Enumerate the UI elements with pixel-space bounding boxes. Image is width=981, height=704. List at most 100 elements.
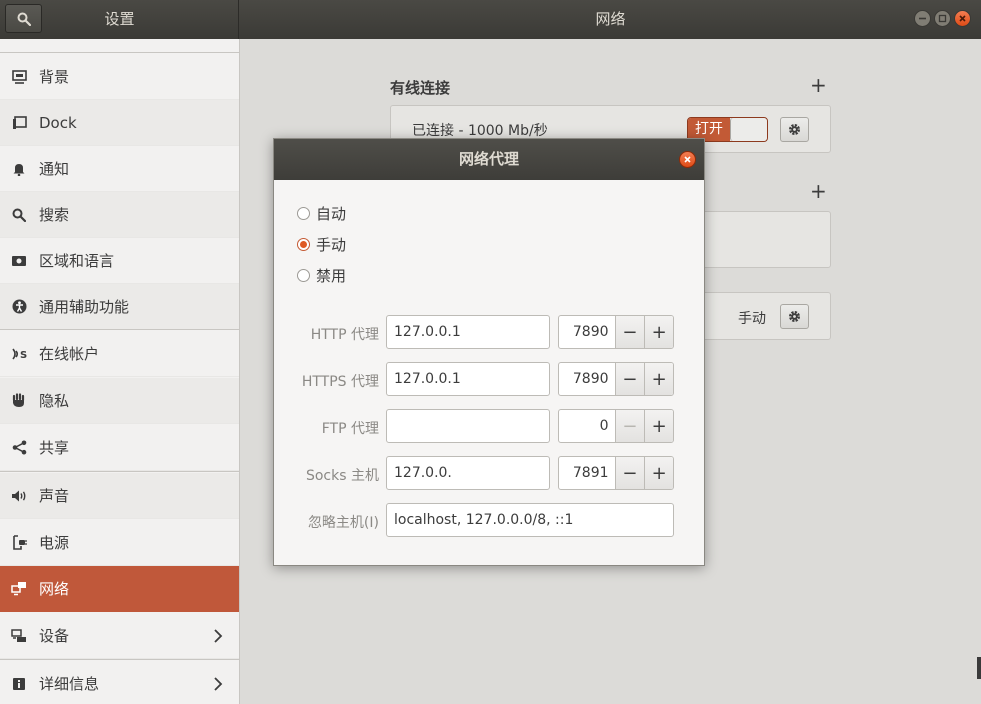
sidebar-item-label: 设备	[39, 627, 70, 645]
network-proxy-dialog: 网络代理 自动 手动 禁用 HTTP 代理 127.0.0.1 7890 − +…	[273, 138, 705, 566]
devices-icon	[11, 628, 27, 644]
header-bar: 设置 网络	[0, 0, 981, 39]
switch-knob	[730, 118, 767, 141]
dialog-header: 网络代理	[274, 139, 704, 180]
svg-text:S: S	[20, 350, 27, 361]
maximize-icon	[938, 14, 947, 23]
hand-icon	[11, 393, 27, 409]
sidebar-separator	[0, 329, 239, 330]
sidebar-item-label: 背景	[39, 68, 70, 86]
sidebar-item-accessibility[interactable]: 通用辅助功能	[0, 284, 239, 330]
search-icon	[17, 12, 31, 26]
decrement-button[interactable]: −	[615, 457, 645, 489]
sidebar: 背景 Dock 通知 搜索 区域和语言 通用辅助功能 S 在线帐户 隐私 共享 …	[0, 39, 240, 704]
proxy-settings-button[interactable]	[780, 304, 809, 329]
radio-label: 禁用	[316, 267, 347, 285]
sidebar-separator	[0, 659, 239, 660]
ignore-hosts-input[interactable]: localhost, 127.0.0.0/8, ::1	[386, 503, 674, 537]
wired-settings-button[interactable]	[780, 117, 809, 142]
sidebar-item-label: 声音	[39, 487, 70, 505]
decrement-button[interactable]: −	[615, 410, 645, 442]
dock-icon	[11, 115, 27, 131]
ftp-proxy-host-input[interactable]	[386, 409, 550, 443]
increment-button[interactable]: +	[644, 457, 673, 489]
increment-button[interactable]: +	[644, 363, 673, 395]
radio-manual[interactable]: 手动	[297, 234, 346, 255]
sidebar-item-label: 网络	[39, 580, 70, 598]
wired-status-text: 已连接 - 1000 Mb/秒	[412, 123, 548, 139]
sidebar-item-label: 详细信息	[39, 675, 100, 693]
sidebar-item-label: 通知	[39, 160, 70, 178]
radio-button[interactable]	[297, 207, 310, 220]
radio-label: 自动	[316, 205, 347, 223]
add-wired-connection-button[interactable]: +	[810, 75, 827, 95]
sidebar-item-label: Dock	[39, 113, 77, 132]
http-proxy-host-input[interactable]: 127.0.0.1	[386, 315, 550, 349]
maximize-button[interactable]	[934, 10, 951, 27]
chevron-right-icon	[214, 629, 223, 643]
flag-icon	[11, 253, 27, 269]
sidebar-item-background[interactable]: 背景	[0, 54, 239, 100]
sidebar-separator	[0, 471, 239, 472]
sidebar-item-label: 隐私	[39, 392, 70, 410]
search-button[interactable]	[5, 4, 42, 33]
share-icon	[11, 440, 27, 456]
sidebar-item-region-language[interactable]: 区域和语言	[0, 238, 239, 284]
radio-button[interactable]	[297, 269, 310, 282]
decrement-button[interactable]: −	[615, 316, 645, 348]
close-button[interactable]	[954, 10, 971, 27]
close-icon	[684, 156, 691, 163]
add-vpn-button[interactable]: +	[810, 181, 827, 201]
page-title: 网络	[595, 10, 626, 28]
bell-icon	[11, 161, 27, 177]
sidebar-item-online-accounts[interactable]: S 在线帐户	[0, 331, 239, 377]
gear-icon	[788, 123, 801, 136]
sidebar-item-search[interactable]: 搜索	[0, 192, 239, 238]
sidebar-item-dock[interactable]: Dock	[0, 100, 239, 146]
sidebar-item-label: 通用辅助功能	[39, 298, 130, 316]
settings-title: 设置	[104, 10, 135, 28]
window-controls	[914, 10, 971, 27]
socks-host-input[interactable]: 127.0.0.	[386, 456, 550, 490]
sidebar-item-privacy[interactable]: 隐私	[0, 378, 239, 424]
port-value[interactable]: 7891	[559, 457, 616, 489]
port-value[interactable]: 0	[559, 410, 616, 442]
radio-auto[interactable]: 自动	[297, 203, 346, 224]
port-value[interactable]: 7890	[559, 363, 616, 395]
header-left-pane: 设置	[0, 0, 239, 39]
online-accounts-icon: S	[11, 346, 27, 362]
search-icon	[11, 207, 27, 223]
https-proxy-label: HTTPS 代理	[301, 374, 379, 390]
sidebar-item-details[interactable]: 详细信息	[0, 661, 239, 704]
https-proxy-host-input[interactable]: 127.0.0.1	[386, 362, 550, 396]
sidebar-item-label: 搜索	[39, 206, 70, 224]
ftp-proxy-label: FTP 代理	[321, 421, 379, 437]
radio-disabled[interactable]: 禁用	[297, 265, 346, 286]
sidebar-item-devices[interactable]: 设备	[0, 613, 239, 659]
resize-handle[interactable]	[977, 657, 981, 679]
background-icon	[11, 69, 27, 85]
sidebar-item-label: 区域和语言	[39, 252, 115, 270]
http-proxy-port-stepper: 7890 − +	[558, 315, 674, 349]
ignore-hosts-label: 忽略主机(I)	[307, 515, 379, 531]
radio-label: 手动	[316, 236, 347, 254]
increment-button[interactable]: +	[644, 410, 673, 442]
increment-button[interactable]: +	[644, 316, 673, 348]
sidebar-item-network[interactable]: 网络	[0, 566, 239, 612]
minimize-button[interactable]	[914, 10, 931, 27]
proxy-mode-text: 手动	[738, 311, 766, 327]
https-proxy-port-stepper: 7890 − +	[558, 362, 674, 396]
sidebar-item-power[interactable]: 电源	[0, 520, 239, 566]
chevron-right-icon	[214, 677, 223, 691]
minimize-icon	[919, 17, 926, 20]
dialog-title: 网络代理	[458, 150, 519, 168]
decrement-button[interactable]: −	[615, 363, 645, 395]
sidebar-item-label: 电源	[39, 534, 70, 552]
sidebar-item-notifications[interactable]: 通知	[0, 146, 239, 192]
sidebar-item-sound[interactable]: 声音	[0, 473, 239, 519]
dialog-close-button[interactable]	[679, 151, 696, 168]
speaker-icon	[11, 488, 27, 504]
radio-button[interactable]	[297, 238, 310, 251]
sidebar-item-sharing[interactable]: 共享	[0, 425, 239, 471]
port-value[interactable]: 7890	[559, 316, 616, 348]
